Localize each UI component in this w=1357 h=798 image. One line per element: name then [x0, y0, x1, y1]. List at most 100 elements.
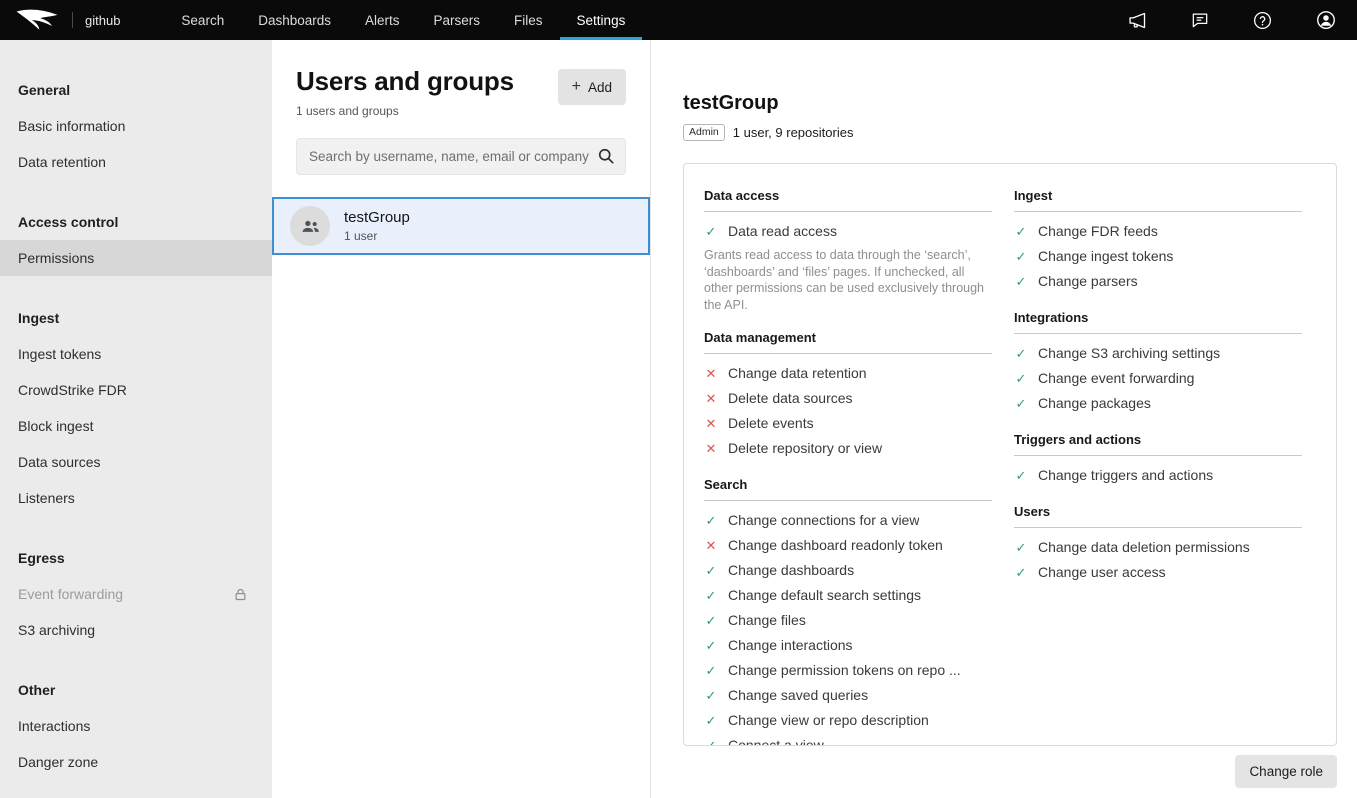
sidebar-item-basic-information[interactable]: Basic information	[0, 108, 272, 144]
lock-icon	[233, 587, 248, 602]
sidebar-item-ingest-tokens[interactable]: Ingest tokens	[0, 336, 272, 372]
sidebar-section-general: General Basic information Data retention	[0, 72, 272, 180]
search-input[interactable]	[296, 138, 626, 175]
group-meta-row: Admin 1 user, 9 repositories	[683, 124, 1337, 141]
check-icon: ✓	[704, 711, 718, 730]
permission-row: ✓Change FDR feeds	[1014, 219, 1302, 244]
page-title: Users and groups	[296, 66, 514, 97]
sidebar-item-s3-archiving[interactable]: S3 archiving	[0, 612, 272, 648]
cross-icon: ✕	[704, 389, 718, 408]
tab-parsers[interactable]: Parsers	[417, 0, 498, 40]
sidebar-item-block-ingest[interactable]: Block ingest	[0, 408, 272, 444]
check-icon: ✓	[704, 636, 718, 655]
sidebar-item-label: Data sources	[18, 454, 100, 470]
sidebar-item-interactions[interactable]: Interactions	[0, 708, 272, 744]
users-groups-header: Users and groups 1 users and groups + Ad…	[272, 66, 650, 118]
check-icon: ✓	[1014, 563, 1028, 582]
repo-name: github	[85, 13, 120, 28]
permission-label: Change triggers and actions	[1038, 466, 1213, 485]
permission-row: ✓Change event forwarding	[1014, 366, 1302, 391]
sidebar-item-listeners[interactable]: Listeners	[0, 480, 272, 516]
tab-alerts[interactable]: Alerts	[348, 0, 417, 40]
permission-section-triggers-and-actions: Triggers and actions✓Change triggers and…	[1014, 432, 1302, 488]
permission-row: ✓ Change packages	[1014, 391, 1302, 416]
permission-label: Change event forwarding	[1038, 369, 1194, 388]
change-role-button[interactable]: Change role	[1235, 755, 1337, 788]
permissions-card: Data access✓Data read accessGrants read …	[683, 163, 1337, 746]
permission-row: ✓ Change data deletion permissions	[1014, 535, 1302, 560]
sidebar-section-ingest: IngestIngest tokensCrowdStrike FDRBlock …	[0, 300, 272, 516]
sidebar-item-permissions[interactable]: Permissions	[0, 240, 272, 276]
permission-label: Change files	[728, 611, 806, 630]
group-user-count: 1 user	[344, 229, 410, 243]
permission-label: Change packages	[1038, 394, 1151, 413]
permission-section-header: Users	[1014, 504, 1302, 528]
sidebar-item-event-forwarding[interactable]: Event forwarding	[0, 576, 272, 612]
feedback-icon[interactable]	[1190, 10, 1210, 30]
group-avatar-icon	[290, 206, 330, 246]
permission-label: Change data deletion permissions	[1038, 538, 1250, 557]
check-icon: ✓	[1014, 538, 1028, 557]
search-icon	[596, 146, 616, 166]
group-list-item[interactable]: testGroup 1 user	[272, 197, 650, 255]
add-button[interactable]: + Add	[558, 69, 626, 105]
sidebar-section-header: General	[0, 72, 272, 108]
check-icon: ✓	[704, 611, 718, 630]
account-icon[interactable]	[1315, 9, 1337, 31]
group-detail-panel: testGroup Admin 1 user, 9 repositories D…	[651, 40, 1357, 798]
sidebar-item-label: Ingest tokens	[18, 346, 101, 362]
permission-label: Change interactions	[728, 636, 853, 655]
permission-section-header: Ingest	[1014, 188, 1302, 212]
check-icon: ✓	[704, 511, 718, 530]
user-group-list: testGroup 1 user	[272, 197, 650, 255]
tab-dashboards[interactable]: Dashboards	[241, 0, 348, 40]
detail-actions: Change role	[683, 755, 1337, 788]
sidebar-item-label: Permissions	[18, 250, 94, 266]
permission-row: ✓Change saved queries	[704, 683, 992, 708]
permission-row: ✕Delete events	[704, 411, 992, 436]
topbar-divider	[72, 12, 73, 28]
announcement-icon[interactable]	[1127, 10, 1148, 31]
permission-label: Change user access	[1038, 563, 1166, 582]
permission-row: ✓Change parsers	[1014, 269, 1302, 294]
permission-label: Connect a view	[728, 736, 824, 747]
users-groups-title-block: Users and groups 1 users and groups	[296, 66, 514, 118]
add-button-label: Add	[588, 80, 612, 95]
sidebar-item-label: Interactions	[18, 718, 90, 734]
permission-section-header: Data management	[704, 330, 992, 354]
group-title: testGroup	[683, 92, 1337, 115]
search-bar	[296, 138, 626, 175]
permission-row: ✓Change dashboards	[704, 558, 992, 583]
sidebar-item-label: Block ingest	[18, 418, 93, 434]
cross-icon: ✕	[704, 536, 718, 555]
sidebar-item-label: Event forwarding	[18, 586, 123, 602]
sidebar-item-data-sources[interactable]: Data sources	[0, 444, 272, 480]
permission-label: Delete events	[728, 414, 814, 433]
permission-label: Delete data sources	[728, 389, 853, 408]
permission-section-data-access: Data access✓Data read accessGrants read …	[704, 188, 992, 314]
permission-row: ✓Change permission tokens on repo ...	[704, 658, 992, 683]
crowdstrike-logo-icon	[14, 7, 60, 33]
sidebar-item-label: Basic information	[18, 118, 125, 134]
permission-row: ✓Change view or repo description	[704, 708, 992, 733]
sidebar-item-crowdstrike-fdr[interactable]: CrowdStrike FDR	[0, 372, 272, 408]
check-icon: ✓	[1014, 394, 1028, 413]
permission-row: ✓ Change user access	[1014, 560, 1302, 585]
permission-section-header: Integrations	[1014, 310, 1302, 334]
sidebar-section-other: OtherInteractionsDanger zone	[0, 672, 272, 780]
sidebar-item-danger-zone[interactable]: Danger zone	[0, 744, 272, 780]
help-icon[interactable]	[1252, 10, 1273, 31]
sidebar: GeneralBasic informationData retentionAc…	[0, 40, 272, 798]
permission-row: ✓ Change interactions	[704, 633, 992, 658]
tab-files[interactable]: Files	[497, 0, 560, 40]
permission-label: Change dashboards	[728, 561, 854, 580]
group-name: testGroup	[344, 209, 410, 226]
cross-icon: ✕	[704, 439, 718, 458]
permission-label: Change parsers	[1038, 272, 1138, 291]
sidebar-item-data-retention[interactable]: Data retention	[0, 144, 272, 180]
tab-search[interactable]: Search	[164, 0, 241, 40]
tab-settings[interactable]: Settings	[560, 0, 643, 40]
permission-section-header: Data access	[704, 188, 992, 212]
check-icon: ✓	[1014, 466, 1028, 485]
permission-description: Grants read access to data through the ‘…	[704, 247, 992, 314]
